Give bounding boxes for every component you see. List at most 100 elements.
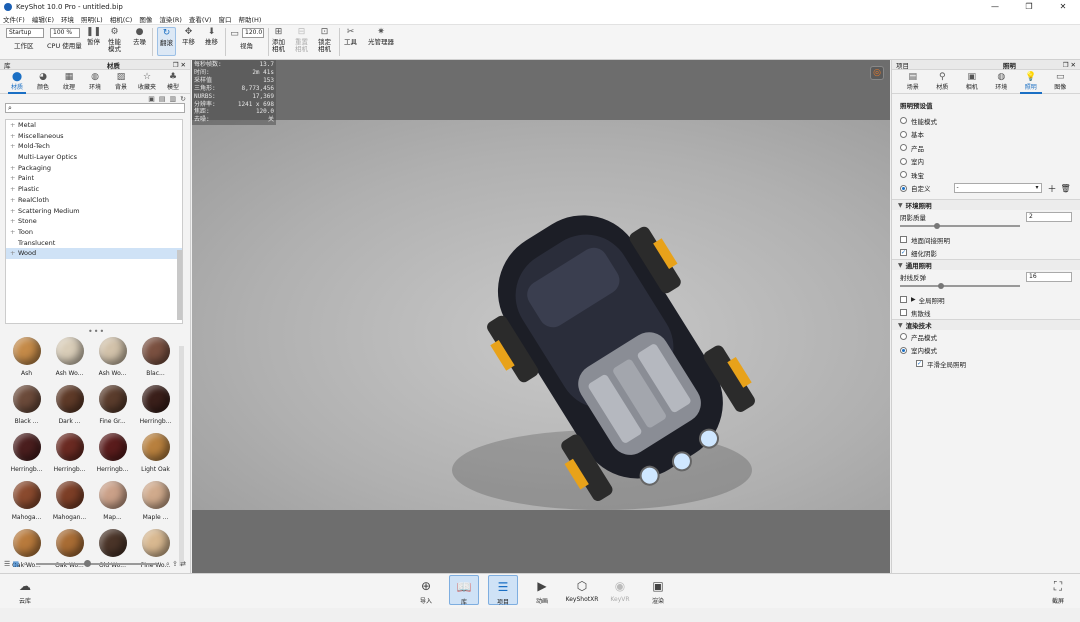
- pause-button[interactable]: ❚❚ 暂停: [86, 27, 101, 46]
- env-lighting-section[interactable]: ▼ 环境照明: [892, 199, 1080, 210]
- tab-environments[interactable]: ◍ 环境: [82, 70, 108, 93]
- maximize-button[interactable]: ❐: [1012, 2, 1046, 11]
- ground-indirect-checkbox[interactable]: 地面间接照明: [900, 233, 1072, 246]
- pan-button[interactable]: ✥ 平移: [182, 27, 195, 46]
- material-thumbnail[interactable]: Ash Wo...: [48, 334, 91, 382]
- tab-image[interactable]: ▭ 图像: [1046, 70, 1076, 93]
- general-lighting-section[interactable]: ▼ 通用照明: [892, 259, 1080, 270]
- shadow-quality-input[interactable]: 2: [1026, 211, 1072, 222]
- preset-product[interactable]: 产品: [900, 141, 1072, 155]
- close-button[interactable]: ✕: [1046, 2, 1080, 11]
- keyshotxr-button[interactable]: ⬡ KeyShotXR: [565, 577, 599, 603]
- tree-item[interactable]: + Toon: [6, 227, 182, 238]
- tab-colors[interactable]: ◕ 颜色: [30, 70, 56, 93]
- tree-item[interactable]: + Paint: [6, 173, 182, 184]
- tab-textures[interactable]: ▦ 纹理: [56, 70, 82, 93]
- global-illumination-checkbox[interactable]: ▶ 全局照明: [900, 293, 1072, 306]
- menu-help[interactable]: 帮助(H): [238, 14, 261, 24]
- grid-scrollbar[interactable]: [179, 346, 184, 566]
- reset-camera-button[interactable]: ⊟ 重置 相机: [295, 27, 308, 53]
- viewport-settings-icon[interactable]: ◎: [870, 66, 884, 80]
- tree-item[interactable]: + Packaging: [6, 163, 182, 174]
- preset-interior[interactable]: 室内: [900, 155, 1072, 169]
- keyvr-button[interactable]: ◉ KeyVR: [605, 577, 635, 603]
- tree-item[interactable]: + RealCloth: [6, 195, 182, 206]
- menu-camera[interactable]: 相机(C): [110, 14, 133, 24]
- animation-button[interactable]: ▶ 动画: [527, 577, 557, 605]
- preset-performance[interactable]: 性能模式: [900, 114, 1072, 128]
- shadow-quality-slider[interactable]: [900, 223, 1020, 229]
- delete-preset-icon[interactable]: 🗑: [1061, 184, 1071, 193]
- fov-input[interactable]: 120.0: [242, 28, 264, 38]
- tab-favorites[interactable]: ☆ 收藏夹: [134, 70, 160, 93]
- tools-button[interactable]: ✂ 工具: [344, 27, 357, 46]
- render-button[interactable]: ▣ 渲染: [643, 577, 673, 605]
- tab-scene[interactable]: ▤ 场景: [898, 70, 928, 93]
- smooth-gi-checkbox[interactable]: ✓ 平滑全局照明: [916, 357, 1072, 370]
- preset-custom[interactable]: 自定义 - ＋ 🗑: [900, 182, 1072, 196]
- thumbnail-size-slider[interactable]: [35, 560, 158, 567]
- material-thumbnail[interactable]: Herringb...: [48, 430, 91, 478]
- custom-preset-dropdown[interactable]: -: [953, 183, 1042, 194]
- menu-image[interactable]: 图像: [139, 14, 152, 24]
- screenshot-button[interactable]: ⛶ 截屏: [1043, 577, 1073, 605]
- grid-view-icon[interactable]: ▦: [13, 560, 20, 568]
- tab-materials[interactable]: ⬤ 材质: [4, 70, 30, 94]
- material-thumbnail[interactable]: Light Oak: [134, 430, 177, 478]
- material-thumbnail[interactable]: Maple ...: [134, 478, 177, 526]
- library-search-input[interactable]: ⌕: [5, 103, 185, 113]
- render-viewport[interactable]: 每秒帧数: 13.7 时间: 2m 41s 采样值 153 三角形: 8,773,456 NUR…: [192, 60, 890, 573]
- interior-mode-radio[interactable]: 室内模式: [900, 344, 1072, 358]
- tree-scrollbar[interactable]: [177, 250, 182, 320]
- add-camera-button[interactable]: ⊞ 添加 相机: [272, 27, 285, 53]
- car-model[interactable]: [452, 170, 762, 530]
- upload-icon[interactable]: ⇪: [172, 560, 178, 568]
- float-panel-icon[interactable]: ❐: [1063, 61, 1069, 69]
- tab-lighting[interactable]: 💡 照明: [1016, 70, 1046, 94]
- material-thumbnail[interactable]: Herringb...: [134, 382, 177, 430]
- menu-edit[interactable]: 编辑(E): [32, 14, 54, 24]
- tab-backgrounds[interactable]: ▨ 背景: [108, 70, 134, 93]
- tab-camera[interactable]: ▣ 相机: [957, 70, 987, 93]
- share-icon[interactable]: ⇄: [180, 560, 186, 568]
- lock-camera-button[interactable]: ⊡ 锁定 相机: [318, 27, 331, 53]
- caustics-checkbox[interactable]: 焦散线: [900, 306, 1072, 319]
- ray-bounces-slider[interactable]: [900, 283, 1020, 289]
- tree-item[interactable]: + Scattering Medium: [6, 206, 182, 217]
- menu-view[interactable]: 查看(V): [189, 14, 212, 24]
- cpu-usage-label[interactable]: CPU 使用量: [47, 43, 82, 50]
- material-thumbnail[interactable]: Mahogan...: [48, 478, 91, 526]
- material-thumbnail[interactable]: Ash Wo...: [91, 334, 134, 382]
- menu-file[interactable]: 文件(F): [3, 14, 25, 24]
- tree-item[interactable]: + Stone: [6, 216, 182, 227]
- tumble-button[interactable]: ↻ 翻滚: [157, 27, 176, 56]
- add-preset-icon[interactable]: ＋: [1048, 182, 1057, 195]
- cloud-library-button[interactable]: ☁ 云库: [10, 577, 40, 605]
- zoom-in-icon[interactable]: ⌕: [166, 560, 170, 569]
- zoom-out-icon[interactable]: ⌕: [24, 560, 28, 569]
- import-button[interactable]: ⊕ 导入: [411, 577, 441, 605]
- material-thumbnail[interactable]: Fine Gr...: [91, 382, 134, 430]
- menu-window[interactable]: 窗口: [218, 14, 231, 24]
- tab-models[interactable]: ♣ 模型: [160, 70, 186, 93]
- tree-item[interactable]: Multi-Layer Optics: [6, 152, 182, 163]
- tree-item-selected[interactable]: + Wood: [6, 248, 182, 259]
- tree-item[interactable]: + Mold-Tech: [6, 141, 182, 152]
- material-thumbnail[interactable]: Map...: [91, 478, 134, 526]
- material-thumbnail[interactable]: Ash: [5, 334, 48, 382]
- material-thumbnail[interactable]: Herringb...: [5, 430, 48, 478]
- menu-render[interactable]: 渲染(R): [159, 14, 182, 24]
- material-thumbnail[interactable]: Mahoga...: [5, 478, 48, 526]
- tree-item[interactable]: + Miscellaneous: [6, 131, 182, 142]
- dolly-button[interactable]: ⬇ 推移: [205, 27, 218, 46]
- close-panel-icon[interactable]: ✕: [181, 61, 186, 69]
- tree-item[interactable]: Translucent: [6, 238, 182, 249]
- menu-environment[interactable]: 环境: [61, 14, 74, 24]
- render-technique-section[interactable]: ▼ 渲染技术: [892, 319, 1080, 330]
- menu-lighting[interactable]: 照明(L): [81, 14, 103, 24]
- zoom-select[interactable]: 100 %: [50, 28, 80, 38]
- tree-item[interactable]: + Plastic: [6, 184, 182, 195]
- material-thumbnail[interactable]: Black ...: [5, 382, 48, 430]
- material-thumbnail[interactable]: Dark ...: [48, 382, 91, 430]
- workspace-select[interactable]: Startup: [6, 28, 44, 38]
